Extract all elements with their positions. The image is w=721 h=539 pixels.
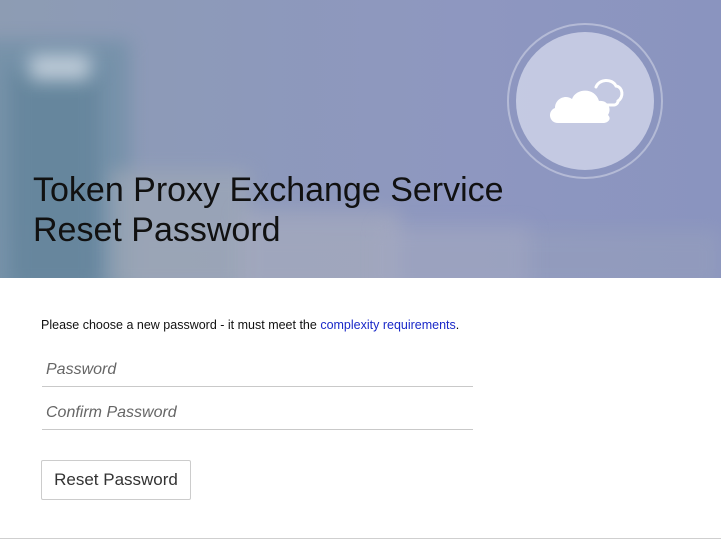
reset-password-button[interactable]: Reset Password [41,460,191,500]
title-line-action: Reset Password [33,211,281,249]
reset-password-page: Token Proxy Exchange Service Reset Passw… [0,0,721,539]
page-title: Token Proxy Exchange Service Reset Passw… [33,170,504,250]
instructions-text: Please choose a new password - it must m… [41,318,459,332]
instructions-prefix: Please choose a new password - it must m… [41,318,321,332]
cloud-icon [549,79,624,123]
service-badge [516,32,654,170]
title-line-service: Token Proxy Exchange Service [33,171,504,209]
complexity-requirements-link[interactable]: complexity requirements [320,318,455,332]
password-input[interactable] [42,353,473,387]
reset-form: Please choose a new password - it must m… [0,278,721,538]
confirm-password-input[interactable] [42,396,473,430]
header-banner: Token Proxy Exchange Service Reset Passw… [0,0,721,278]
instructions-suffix: . [455,318,460,332]
